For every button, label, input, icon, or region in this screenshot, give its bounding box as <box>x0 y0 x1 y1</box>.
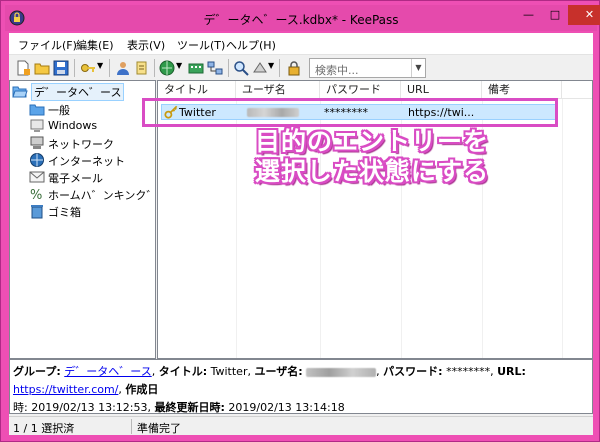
annotation-highlight-box <box>142 98 558 127</box>
title-bar[interactable]: デ゛ータヘ゛ース.kdbx* - KeePass — □ ✕ <box>5 5 600 31</box>
menu-tools[interactable]: ツール(T) <box>177 37 225 53</box>
tree-item-recycle-bin[interactable]: ゴミ箱 <box>29 203 129 219</box>
add-entry-key-icon[interactable] <box>80 60 96 76</box>
toolbar-separator <box>154 59 155 77</box>
url-link[interactable]: https://twitter.com/ <box>13 383 118 396</box>
new-database-icon[interactable] <box>15 60 31 76</box>
copy-username-icon[interactable] <box>115 60 131 76</box>
save-icon[interactable] <box>53 60 69 76</box>
minimize-icon: — <box>523 8 534 21</box>
chevron-down-icon[interactable]: ▼ <box>268 61 274 70</box>
show-entries-icon[interactable] <box>252 60 268 76</box>
details-line-2: 時: 2019/02/13 13:12:53, 最終更新日時: 2019/02/… <box>13 399 589 417</box>
main-window-client: ファイル(F) 編集(E) 表示(V) ツール(T) ヘルプ(H) ▼ ▼ ▼ <box>9 33 593 435</box>
column-divider <box>562 99 563 358</box>
recycle-bin-icon <box>31 205 43 219</box>
toolbar-separator <box>279 59 280 77</box>
find-magnifier-icon[interactable] <box>233 60 249 76</box>
menu-edit[interactable]: 編集(E) <box>76 37 114 53</box>
close-button[interactable]: ✕ <box>568 5 600 25</box>
toolbar-separator <box>228 59 229 77</box>
open-database-icon[interactable] <box>34 60 50 76</box>
chevron-down-icon[interactable]: ▼ <box>97 61 103 70</box>
sync-network-icon[interactable] <box>207 60 223 76</box>
menu-file[interactable]: ファイル(F) <box>18 37 77 53</box>
password-label: パスワード: <box>383 365 443 378</box>
tree-item-database[interactable]: デ゛ータヘ゛ース <box>12 83 125 101</box>
created-value: 時: 2019/02/13 13:12:53, <box>13 401 151 414</box>
status-bar: 1 / 1 選択済 準備完了 <box>9 416 593 435</box>
search-input[interactable]: 検索中... ▼ <box>309 58 426 78</box>
email-icon <box>29 171 45 183</box>
tree-item-internet[interactable]: インターネット <box>29 152 129 168</box>
username-label: ユーザ名: <box>254 365 303 378</box>
column-header-username[interactable]: ユーザ名 <box>236 81 320 99</box>
windows-icon <box>30 119 44 132</box>
created-label: 作成日 <box>125 383 159 396</box>
window-title: デ゛ータヘ゛ース.kdbx* - KeePass <box>203 13 399 27</box>
column-header-password[interactable]: パスワード <box>320 81 401 99</box>
modified-value: 2019/02/13 13:14:18 <box>228 401 345 414</box>
group-label: グループ: <box>13 365 61 378</box>
group-link[interactable]: デ゛ータヘ゛ース <box>64 365 151 378</box>
close-icon: ✕ <box>584 8 595 21</box>
modified-label: 最終更新日時: <box>154 401 225 414</box>
folder-icon <box>29 104 45 116</box>
group-tree: デ゛ータヘ゛ース 一般 Windows ネットワーク インターネット 電子メール <box>9 80 157 359</box>
annotation-line-2: 選択した状態にする <box>254 157 490 186</box>
tree-item-general[interactable]: 一般 <box>29 101 129 117</box>
svg-text:%: % <box>30 188 42 202</box>
internet-icon <box>30 153 44 167</box>
menu-help[interactable]: ヘルプ(H) <box>226 37 276 53</box>
password-value: ********, <box>446 365 494 378</box>
window-frame: デ゛ータヘ゛ース.kdbx* - KeePass — □ ✕ ファイル(F) 編… <box>0 0 600 442</box>
username-redacted <box>306 367 377 377</box>
tree-item-network[interactable]: ネットワーク <box>29 135 129 151</box>
banking-icon: % <box>30 188 42 202</box>
tree-item-homebanking[interactable]: % ホームハ゛ンキンク゛ <box>29 186 157 202</box>
title-value: Twitter, <box>210 365 251 378</box>
status-ready: 準備完了 <box>137 422 181 435</box>
maximize-icon: □ <box>549 8 561 21</box>
toolbar: ▼ ▼ ▼ 検索中... ▼ <box>9 55 593 81</box>
copy-password-icon[interactable] <box>134 60 150 76</box>
toolbar-separator <box>74 59 75 77</box>
network-icon <box>30 136 44 149</box>
annotation-callout: 目的のエントリーを 選択した状態にする <box>227 127 517 187</box>
minimize-button[interactable]: — <box>515 5 542 25</box>
menu-view[interactable]: 表示(V) <box>127 37 165 53</box>
maximize-button[interactable]: □ <box>542 5 568 25</box>
column-header-title[interactable]: タイトル <box>158 81 236 99</box>
selection-count: 1 / 1 選択済 <box>13 422 75 435</box>
status-divider <box>131 419 132 434</box>
annotation-line-1: 目的のエントリーを <box>254 127 489 156</box>
column-header-url[interactable]: URL <box>401 81 482 99</box>
column-header-notes[interactable]: 備考 <box>482 81 562 99</box>
chevron-down-icon[interactable]: ▼ <box>176 61 182 70</box>
toolbar-separator <box>109 59 110 77</box>
details-line-1: グループ: デ゛ータヘ゛ース, タイトル: Twitter, ユーザ名: , パ… <box>13 365 526 396</box>
menu-bar: ファイル(F) 編集(E) 表示(V) ツール(T) ヘルプ(H) <box>9 33 593 55</box>
folder-open-icon <box>12 86 28 98</box>
title-label: タイトル: <box>158 365 208 378</box>
tree-item-windows[interactable]: Windows <box>29 118 129 134</box>
lock-workspace-icon[interactable] <box>286 60 302 76</box>
auto-type-icon[interactable] <box>188 60 204 76</box>
open-url-globe-icon[interactable] <box>159 60 175 76</box>
chevron-down-icon[interactable]: ▼ <box>411 59 425 77</box>
entry-details-panel: グループ: デ゛ータヘ゛ース, タイトル: Twitter, ユーザ名: , パ… <box>9 359 593 414</box>
search-placeholder: 検索中... <box>315 64 359 77</box>
tree-item-email[interactable]: 電子メール <box>29 169 129 185</box>
url-label: URL: <box>497 365 526 378</box>
